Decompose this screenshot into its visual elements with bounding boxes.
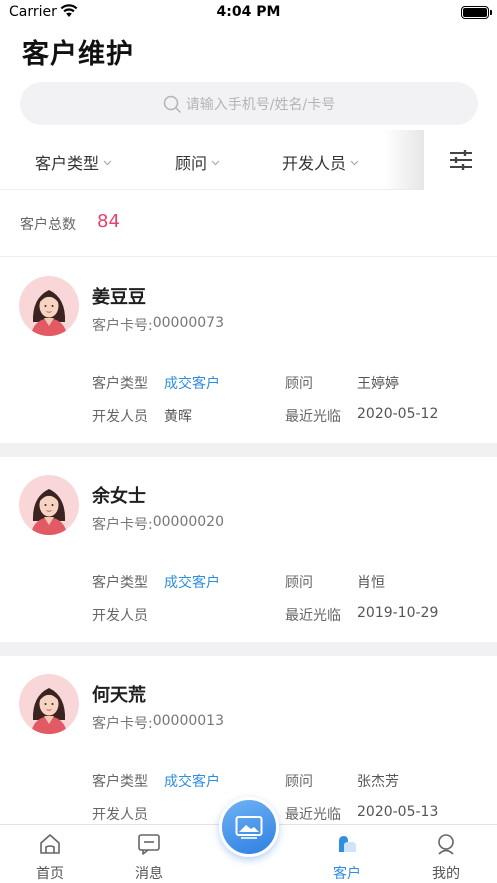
tab-customers[interactable]: 客户 (317, 825, 377, 883)
type-value: 成交客户 (164, 376, 220, 392)
female-avatar-icon (19, 674, 79, 734)
advisor-value: 王婷婷 (357, 376, 399, 392)
female-avatar-icon (19, 475, 79, 535)
tab-label: 首页 (36, 866, 64, 882)
total-label: 客户总数 (20, 217, 76, 233)
battery-icon (461, 6, 492, 19)
filter-settings-button[interactable] (424, 130, 497, 190)
tab-home[interactable]: 首页 (20, 825, 80, 883)
avatar (19, 475, 79, 535)
type-label: 客户类型 (92, 575, 148, 591)
type-label: 客户类型 (92, 376, 148, 392)
tab-label: 我的 (432, 866, 460, 882)
profile-icon (438, 834, 454, 855)
filter-label: 客户类型 (35, 154, 100, 173)
chevron-down-icon (103, 160, 112, 166)
total-count: 84 (97, 211, 120, 232)
card-number-value: 00000020 (152, 514, 224, 530)
advisor-value: 张杰芳 (357, 774, 399, 790)
customer-icon (339, 836, 356, 852)
developer-label: 开发人员 (92, 409, 148, 425)
last-visit-label: 最近光临 (285, 608, 341, 624)
card-number-label: 客户卡号: (92, 517, 153, 533)
last-visit-label: 最近光临 (285, 807, 341, 823)
page-title: 客户维护 (22, 39, 134, 70)
customer-name: 姜豆豆 (92, 287, 146, 308)
developer-label: 开发人员 (92, 608, 148, 624)
message-icon (138, 834, 160, 855)
type-value: 成交客户 (164, 774, 220, 790)
female-avatar-icon (19, 276, 79, 336)
customer-card-number: 客户卡号: 00000013 (92, 713, 224, 733)
last-visit-value: 2020-05-12 (357, 406, 439, 422)
card-separator (0, 443, 497, 457)
developer-label: 开发人员 (92, 807, 148, 823)
tab-messages[interactable]: 消息 (119, 825, 179, 883)
image-icon (235, 816, 263, 839)
home-icon (40, 834, 60, 854)
last-visit-value: 2020-05-13 (357, 804, 439, 820)
tab-profile[interactable]: 我的 (416, 825, 476, 883)
tab-label: 消息 (135, 866, 163, 882)
advisor-label: 顾问 (285, 774, 313, 790)
customer-total-row: 客户总数 84 (0, 190, 497, 257)
avatar (19, 276, 79, 336)
filter-label: 开发人员 (282, 154, 347, 173)
customer-card-number: 客户卡号: 00000020 (92, 514, 224, 534)
card-separator (0, 642, 497, 656)
chevron-down-icon (350, 160, 359, 166)
card-number-label: 客户卡号: (92, 318, 153, 334)
sliders-icon (449, 150, 472, 170)
type-value: 成交客户 (164, 575, 220, 591)
customer-card-number: 客户卡号: 00000073 (92, 315, 224, 335)
search-icon (163, 95, 181, 113)
customer-name: 何天荒 (92, 685, 146, 706)
customer-card[interactable]: 余女士 客户卡号: 00000020 客户类型 成交客户 顾问 肖恒 开发人员 … (0, 457, 497, 642)
filter-advisor[interactable]: 顾问 (175, 150, 220, 174)
customer-card[interactable]: 姜豆豆 客户卡号: 00000073 客户类型 成交客户 顾问 王婷婷 开发人员… (0, 258, 497, 443)
last-visit-label: 最近光临 (285, 409, 341, 425)
advisor-label: 顾问 (285, 376, 313, 392)
search-placeholder: 请输入手机号/姓名/卡号 (185, 96, 336, 113)
filter-customer-type[interactable]: 客户类型 (35, 150, 112, 174)
last-visit-value: 2019-10-29 (357, 605, 439, 621)
developer-value: 黄晖 (164, 409, 192, 425)
clock: 4:04 PM (216, 4, 281, 20)
filter-bar: 客户类型 顾问 开发人员 (0, 130, 497, 190)
center-action-button[interactable] (219, 797, 279, 857)
card-number-value: 00000013 (152, 713, 224, 729)
chevron-down-icon (211, 160, 220, 166)
status-bar: Carrier 4:04 PM (0, 0, 497, 26)
advisor-label: 顾问 (285, 575, 313, 591)
filter-developer[interactable]: 开发人员 (282, 150, 359, 174)
type-label: 客户类型 (92, 774, 148, 790)
card-number-label: 客户卡号: (92, 716, 153, 732)
filter-label: 顾问 (175, 154, 208, 173)
filter-fade (384, 130, 424, 190)
search-input[interactable]: 请输入手机号/姓名/卡号 (20, 82, 478, 125)
advisor-value: 肖恒 (357, 575, 385, 591)
tab-label: 客户 (333, 866, 361, 882)
card-number-value: 00000073 (152, 315, 224, 331)
customer-name: 余女士 (92, 486, 146, 507)
avatar (19, 674, 79, 734)
